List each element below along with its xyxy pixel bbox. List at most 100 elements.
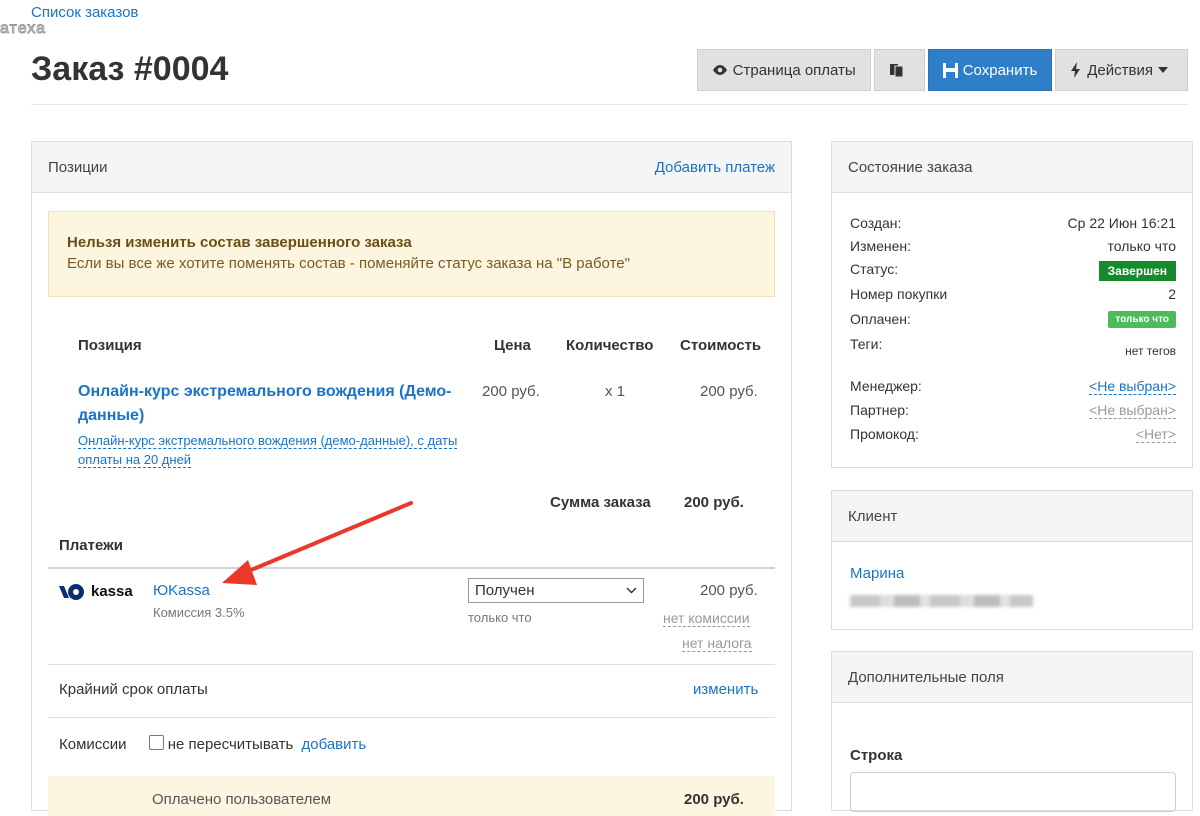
status-badge: Завершен — [1098, 261, 1176, 281]
partner-row: Партнер: <Не выбран> — [850, 402, 1176, 419]
client-panel: Клиент Марина — [831, 490, 1193, 630]
col-price: Цена — [494, 337, 531, 354]
client-header: Клиент — [832, 491, 1192, 542]
yookassa-logo-text: kassa — [91, 583, 133, 600]
paid-label: Оплачен: — [850, 311, 911, 327]
status-label: Статус: — [850, 261, 899, 277]
created-row: Создан: Ср 22 Июн 16:21 — [850, 215, 1176, 231]
promo-row: Промокод: <Нет> — [850, 426, 1176, 443]
purchase-value: 2 — [1168, 286, 1176, 302]
partner-select-link[interactable]: <Не выбран> — [1089, 402, 1176, 419]
payment-status-value: Получен — [475, 582, 535, 599]
payment-name-link[interactable]: ЮKassa — [153, 582, 210, 599]
add-commission-link[interactable]: добавить — [302, 736, 367, 753]
changed-row: Изменен: только что — [850, 238, 1176, 254]
client-title: Клиент — [848, 507, 898, 525]
no-tax-link[interactable]: нет налога — [682, 635, 752, 652]
order-status-title: Состояние заказа — [848, 158, 973, 176]
payment-status-select[interactable]: Получен — [468, 578, 644, 603]
tags-value: нет тегов — [1125, 344, 1176, 358]
extra-fields-header: Дополнительные поля — [832, 652, 1192, 703]
deadline-change-link[interactable]: изменить — [693, 681, 758, 698]
row-divider — [48, 664, 775, 665]
save-label: Сохранить — [962, 61, 1038, 79]
payments-divider — [48, 567, 775, 569]
created-value: Ср 22 Июн 16:21 — [1067, 215, 1176, 231]
yookassa-logo-icon — [59, 583, 84, 600]
order-sum-value: 200 руб. — [684, 494, 744, 511]
col-position: Позиция — [78, 337, 142, 354]
no-commission-link[interactable]: нет комиссии — [663, 610, 750, 627]
payment-status-time: только что — [468, 610, 532, 625]
copy-button[interactable] — [873, 49, 925, 91]
chevron-down-icon — [626, 587, 637, 594]
col-quantity: Количество — [566, 337, 654, 354]
created-label: Создан: — [850, 215, 902, 231]
manager-label: Менеджер: — [850, 378, 922, 394]
item-subtitle[interactable]: Онлайн-курс экстремального вождения (дем… — [78, 431, 468, 469]
save-icon — [942, 62, 958, 78]
paid-badge: только что — [1108, 311, 1176, 328]
no-recalc-checkbox-wrap[interactable]: не пересчитывать — [148, 735, 294, 753]
extra-fields-title: Дополнительные поля — [848, 668, 1004, 686]
paid-summary-band: Оплачено пользователем 200 руб. — [48, 776, 775, 816]
back-to-orders-link[interactable]: Список заказов — [31, 4, 138, 21]
status-row: Статус: Завершен — [850, 261, 1176, 281]
paid-by-user-value: 200 руб. — [684, 791, 744, 808]
no-recalc-checkbox[interactable] — [148, 735, 164, 750]
purchase-label: Номер покупки — [850, 286, 948, 302]
tags-label: Теги: — [850, 336, 883, 352]
tags-row: Теги: нет тегов — [850, 336, 1176, 358]
toolbar: Страница оплаты Сохранить Действия — [696, 49, 1188, 91]
paid-by-user-label: Оплачено пользователем — [152, 791, 332, 808]
bolt-icon — [1071, 62, 1081, 78]
eye-icon — [712, 65, 727, 75]
payments-heading: Платежи — [59, 537, 123, 554]
manager-row: Менеджер: <Не выбран> — [850, 378, 1176, 395]
warning-alert: Нельзя изменить состав завершенного зака… — [48, 211, 775, 297]
commissions-row: Комиссии не пересчитывать добавить — [59, 735, 366, 753]
payment-amount: 200 руб. — [700, 582, 758, 599]
order-status-panel: Состояние заказа Создан: Ср 22 Июн 16:21 … — [831, 141, 1193, 468]
no-recalc-label: не пересчитывать — [167, 736, 294, 753]
ghost-text: атеха — [0, 20, 46, 38]
order-sum-label: Сумма заказа — [550, 494, 651, 511]
commissions-label: Комиссии — [59, 736, 127, 753]
warning-title: Нельзя изменить состав завершенного зака… — [67, 234, 412, 251]
order-status-header: Состояние заказа — [832, 142, 1192, 193]
manager-select-link[interactable]: <Не выбран> — [1089, 378, 1176, 395]
actions-dropdown-button[interactable]: Действия — [1055, 49, 1188, 91]
string-field-label: Строка — [850, 747, 903, 764]
positions-header-title: Позиции — [48, 158, 108, 176]
client-name-link[interactable]: Марина — [850, 565, 904, 582]
row-divider — [48, 717, 775, 718]
positions-panel: Позиции Добавить платеж Нельзя изменить … — [31, 141, 792, 816]
changed-label: Изменен: — [850, 238, 912, 254]
changed-value: только что — [1107, 238, 1177, 254]
item-price: 200 руб. — [482, 383, 540, 400]
yookassa-logo: kassa — [59, 583, 133, 600]
col-cost: Стоимость — [680, 337, 762, 354]
item-qty: x 1 — [605, 383, 626, 400]
item-subtitle-link[interactable]: Онлайн-курс экстремального вождения (дем… — [78, 433, 458, 468]
header-divider — [31, 104, 1188, 105]
item-name-link[interactable]: Онлайн-курс экстремального вождения (Дем… — [78, 380, 478, 428]
payment-page-button[interactable]: Страница оплаты — [696, 49, 871, 91]
positions-panel-header: Позиции Добавить платеж — [32, 142, 791, 193]
client-email-blurred — [850, 595, 1033, 607]
caret-down-icon — [1158, 67, 1168, 73]
promo-select-link[interactable]: <Нет> — [1135, 426, 1176, 443]
promo-label: Промокод: — [850, 426, 919, 442]
add-payment-link[interactable]: Добавить платеж — [655, 159, 775, 176]
string-field-input[interactable] — [850, 772, 1176, 812]
deadline-label: Крайний срок оплаты — [59, 681, 208, 698]
item-cost: 200 руб. — [700, 383, 758, 400]
purchase-row: Номер покупки 2 — [850, 286, 1176, 302]
payment-commission-note: Комиссия 3.5% — [153, 605, 245, 620]
warning-text: Если вы все же хотите поменять состав - … — [67, 255, 630, 272]
page-title: Заказ #0004 — [31, 50, 229, 88]
copy-icon — [889, 64, 904, 78]
payment-page-label: Страница оплаты — [732, 61, 856, 79]
save-button[interactable]: Сохранить — [927, 49, 1053, 91]
paid-row: Оплачен: только что — [850, 311, 1176, 328]
